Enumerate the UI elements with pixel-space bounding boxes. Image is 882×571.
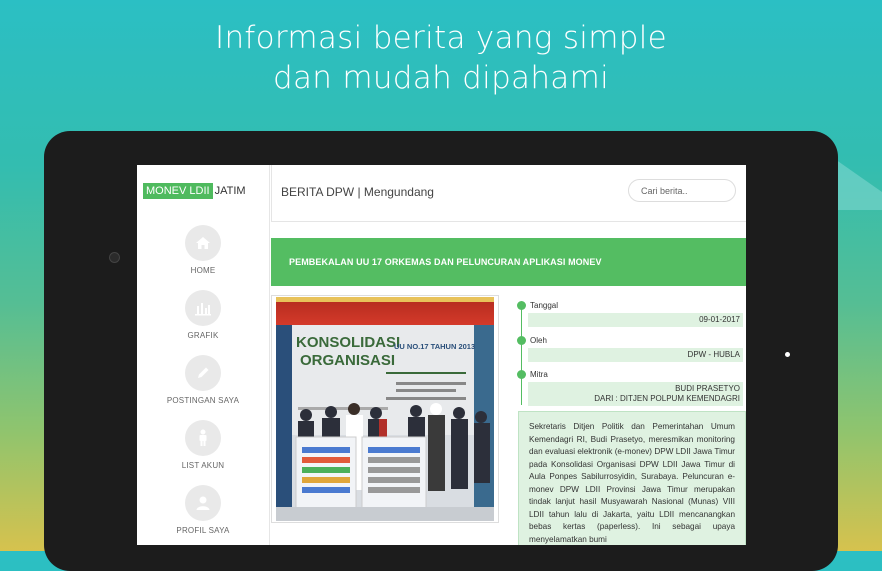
- pencil-icon: [185, 355, 221, 391]
- headline-line-1: Informasi berita yang simple: [215, 20, 667, 56]
- article-body: Sekretaris Ditjen Politik dan Pemerintah…: [518, 411, 746, 545]
- meta-value-mitra: BUDI PRASETYO DARI : DITJEN POLPUM KEMEN…: [528, 382, 743, 406]
- meta-label-tanggal: Tanggal: [530, 301, 559, 310]
- tablet-sensor: [785, 352, 790, 357]
- brand-rest: JATIM: [214, 185, 246, 197]
- sidebar-item-label: HOME: [190, 266, 216, 275]
- timeline-line: [521, 305, 522, 405]
- person-icon: [185, 420, 221, 456]
- tablet-camera: [109, 252, 120, 263]
- timeline-dot: [517, 336, 526, 345]
- bar-chart-icon: [185, 290, 221, 326]
- sidebar-item-label: LIST AKUN: [181, 461, 225, 470]
- meta-value-oleh: DPW - HUBLA: [528, 348, 743, 362]
- article-photo[interactable]: KONSOLIDASI ORGANISASI UU NO.17 TAHUN 20…: [271, 295, 499, 523]
- top-bar: BERITA DPW | Mengundang: [271, 165, 746, 222]
- timeline-dot: [517, 370, 526, 379]
- app-screen: MONEV LDII JATIM HOME GRAFIK POSTINGAN SA…: [137, 165, 746, 545]
- photo-heading-1: KONSOLIDASI: [296, 334, 400, 351]
- meta-label-mitra: Mitra: [530, 370, 548, 379]
- sidebar-item-postingan-saya[interactable]: POSTINGAN SAYA: [137, 355, 269, 405]
- timeline-dot: [517, 301, 526, 310]
- mitra-origin: DARI : DITJEN POLPUM KEMENDAGRI: [594, 394, 740, 403]
- article-title: PEMBEKALAN UU 17 ORKEMAS DAN PELUNCURAN …: [289, 257, 602, 267]
- photo-subheading: UU NO.17 TAHUN 2013: [394, 342, 475, 351]
- promo-headline: Informasi berita yang simple dan mudah d…: [0, 18, 882, 98]
- sidebar-item-grafik[interactable]: GRAFIK: [137, 290, 269, 340]
- user-avatar-icon: [185, 485, 221, 521]
- event-photo-illustration: KONSOLIDASI ORGANISASI UU NO.17 TAHUN 20…: [276, 297, 494, 521]
- sidebar: MONEV LDII JATIM HOME GRAFIK POSTINGAN SA…: [137, 165, 270, 545]
- sidebar-item-home[interactable]: HOME: [137, 225, 269, 275]
- home-icon: [185, 225, 221, 261]
- sidebar-item-profil-saya[interactable]: PROFIL SAYA: [137, 485, 269, 535]
- sidebar-item-label: PROFIL SAYA: [176, 526, 230, 535]
- headline-line-2: dan mudah dipahami: [272, 60, 610, 96]
- meta-label-oleh: Oleh: [530, 336, 547, 345]
- breadcrumb: BERITA DPW | Mengundang: [281, 185, 434, 199]
- search-input[interactable]: [628, 179, 736, 202]
- sidebar-item-list-akun[interactable]: LIST AKUN: [137, 420, 269, 470]
- article-title-banner: PEMBEKALAN UU 17 ORKEMAS DAN PELUNCURAN …: [271, 238, 746, 286]
- photo-heading-2: ORGANISASI: [300, 352, 395, 369]
- sidebar-item-label: POSTINGAN SAYA: [166, 396, 240, 405]
- app-logo[interactable]: MONEV LDII JATIM: [143, 183, 246, 199]
- meta-value-tanggal: 09-01-2017: [528, 313, 743, 327]
- mitra-name: BUDI PRASETYO: [675, 384, 740, 393]
- sidebar-item-label: GRAFIK: [187, 331, 219, 340]
- brand-tag: MONEV LDII: [143, 183, 213, 199]
